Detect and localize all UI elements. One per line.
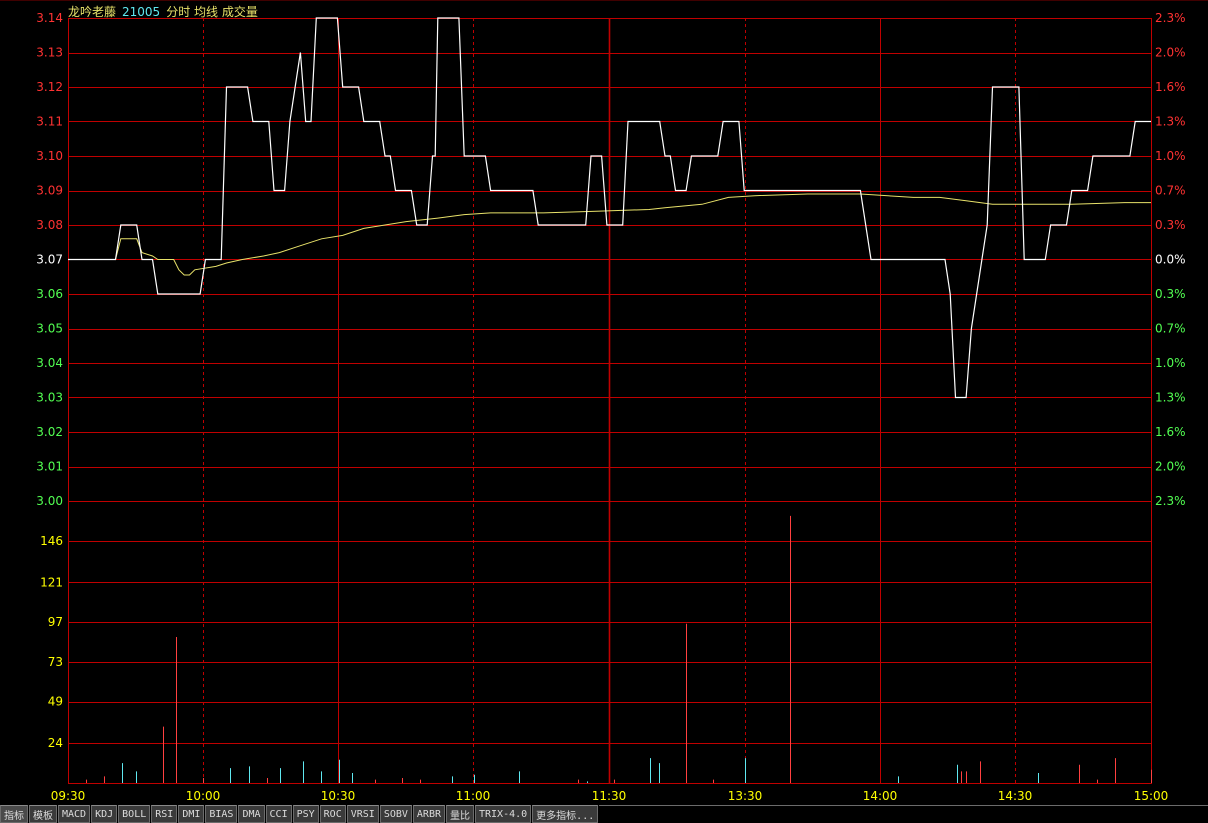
price-tick-label: 3.03	[36, 391, 63, 405]
time-tick-label: 13:30	[728, 789, 763, 803]
percent-tick-label: 0.3%	[1155, 218, 1186, 232]
price-tick-label: 3.05	[36, 322, 63, 336]
price-tick-label: 3.09	[36, 184, 63, 198]
price-tick-label: 3.04	[36, 356, 63, 370]
percent-tick-label: 2.3%	[1155, 494, 1186, 508]
percent-tick-label: 1.6%	[1155, 80, 1186, 94]
indicator-tab-boll[interactable]: BOLL	[118, 805, 151, 823]
time-tick-label: 14:00	[863, 789, 898, 803]
indicator-tab-sobv[interactable]: SOBV	[379, 805, 412, 823]
indicator-tab-[interactable]: 量比	[446, 805, 474, 823]
volume-tick-label: 121	[40, 575, 63, 589]
tab-bar-filler	[599, 805, 1208, 823]
volume-tick-label: 97	[48, 615, 63, 629]
volume-tick-label: 49	[48, 695, 63, 709]
percent-tick-label: 1.3%	[1155, 391, 1186, 405]
percent-tick-label: 0.3%	[1155, 287, 1186, 301]
chart-grid	[0, 0, 1208, 784]
volume-tick-label: 24	[48, 736, 63, 750]
price-tick-label: 3.14	[36, 11, 63, 25]
percent-tick-label: 0.0%	[1155, 253, 1186, 267]
price-tick-label: 3.13	[36, 46, 63, 60]
intraday-chart[interactable]: 3.14 2.3% 3.13 2.0% 3.12 1.6% 3.11 1.3% 3.10 1.0%…	[0, 0, 1208, 805]
price-tick-label: 3.01	[36, 460, 63, 474]
axis-labels: 3.14 2.3% 3.13 2.0% 3.12 1.6% 3.11 1.3% 3.10 1.0%…	[36, 11, 1185, 803]
percent-tick-label: 2.0%	[1155, 460, 1186, 474]
stock-code: 21005	[122, 5, 161, 19]
indicator-tab-kdj[interactable]: KDJ	[91, 805, 118, 823]
percent-tick-label: 1.0%	[1155, 149, 1186, 163]
price-tick-label: 3.07	[36, 253, 63, 267]
percent-tick-label: 0.7%	[1155, 184, 1186, 198]
indicator-tab-macd[interactable]: MACD	[58, 805, 91, 823]
price-tick-label: 3.12	[36, 80, 63, 94]
percent-tick-label: 2.0%	[1155, 46, 1186, 60]
volume-tick-label: 146	[40, 534, 63, 548]
volume-tick-label: 73	[48, 655, 63, 669]
indicator-tab-trix-4-0[interactable]: TRIX-4.0	[475, 805, 532, 823]
time-tick-label: 09:30	[51, 789, 86, 803]
stock-name: 龙吟老藤	[68, 5, 117, 19]
percent-tick-label: 2.3%	[1155, 11, 1186, 25]
indicator-tab-dmi[interactable]: DMI	[178, 805, 205, 823]
indicator-tab-[interactable]: 模板	[29, 805, 57, 823]
price-tick-label: 3.08	[36, 218, 63, 232]
percent-tick-label: 1.3%	[1155, 115, 1186, 129]
indicator-tab-psy[interactable]: PSY	[292, 805, 319, 823]
indicator-tab-dma[interactable]: DMA	[238, 805, 265, 823]
time-tick-label: 10:00	[186, 789, 221, 803]
indicator-labels: 分时 均线 成交量	[166, 5, 258, 19]
price-tick-label: 3.00	[36, 494, 63, 508]
indicator-tab-vrsi[interactable]: VRSI	[346, 805, 379, 823]
indicator-tab-[interactable]: 更多指标...	[532, 805, 599, 823]
time-tick-label: 11:00	[456, 789, 491, 803]
time-tick-label: 10:30	[321, 789, 356, 803]
time-tick-label: 15:00	[1134, 789, 1169, 803]
price-tick-label: 3.06	[36, 287, 63, 301]
indicator-tab-rsi[interactable]: RSI	[151, 805, 178, 823]
indicator-tab-roc[interactable]: ROC	[319, 805, 346, 823]
percent-tick-label: 1.6%	[1155, 425, 1186, 439]
percent-tick-label: 0.7%	[1155, 322, 1186, 336]
indicator-tab-bar: 指标 模板 MACD KDJ BOLL RSI DMI BIAS DMA CCI PSY ROC VRS…	[0, 805, 1208, 823]
price-tick-label: 3.11	[36, 115, 63, 129]
volume-bars	[86, 515, 1152, 783]
indicator-tab-[interactable]: 指标	[0, 805, 28, 823]
price-tick-label: 3.10	[36, 149, 63, 163]
indicator-tab-bias[interactable]: BIAS	[205, 805, 238, 823]
chart-legend: 龙吟老藤 21005 分时 均线 成交量	[68, 3, 264, 19]
percent-tick-label: 1.0%	[1155, 356, 1186, 370]
price-tick-label: 3.02	[36, 425, 63, 439]
time-tick-label: 11:30	[592, 789, 627, 803]
time-tick-label: 14:30	[998, 789, 1033, 803]
indicator-tab-arbr[interactable]: ARBR	[412, 805, 445, 823]
indicator-tab-cci[interactable]: CCI	[265, 805, 292, 823]
